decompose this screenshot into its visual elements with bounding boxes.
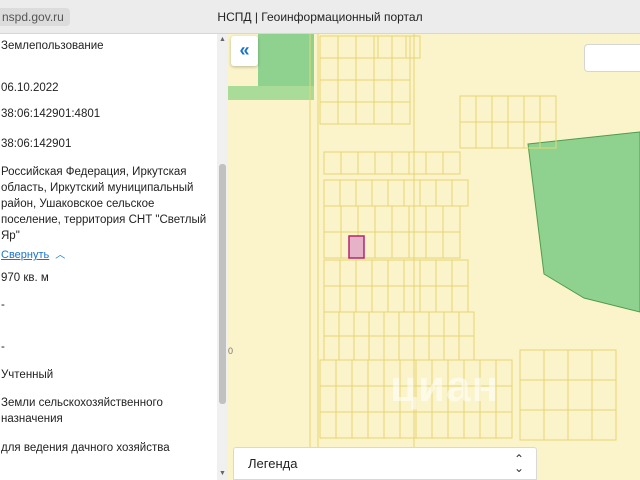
- registration-date: 06.10.2022: [1, 82, 59, 94]
- land-category: Земли сельскохозяйственного назначения: [1, 397, 163, 425]
- double-chevron-left-icon: «: [239, 40, 250, 60]
- forest-strip: [228, 86, 314, 100]
- cadastral-quarter: 38:06:142901: [1, 138, 72, 150]
- scroll-down-arrow-icon[interactable]: ▼: [217, 468, 228, 480]
- panel-scrollbar[interactable]: ▲ ▼: [217, 34, 228, 480]
- collapse-label: Свернуть: [1, 249, 50, 261]
- browser-bar: nspd.gov.ru НСПД | Геоинформационный пор…: [0, 0, 640, 34]
- cadastral-number: 38:06:142901:4801: [1, 108, 101, 120]
- empty-value-1: -: [1, 299, 5, 311]
- chevron-up-icon: ︿: [55, 250, 66, 261]
- map-view[interactable]: [228, 34, 640, 480]
- cadastral-map[interactable]: [228, 34, 640, 480]
- area-value: 970 кв. м: [1, 272, 49, 284]
- legend-label: Легенда: [248, 456, 298, 471]
- selected-parcel: [348, 235, 365, 259]
- map-axis-label: 0: [228, 346, 234, 356]
- land-use-type: Землепользование: [1, 40, 104, 52]
- address-text: Российская Федерация, Иркутская область,…: [1, 166, 207, 242]
- forest-area-top: [258, 34, 314, 86]
- scroll-thumb[interactable]: [219, 164, 226, 404]
- collapse-panel-button[interactable]: «: [231, 36, 258, 66]
- page-title: НСПД | Геоинформационный портал: [217, 10, 423, 24]
- collapse-link[interactable]: Свернуть ︿: [1, 246, 65, 261]
- parcel-info-panel: Землепользование 06.10.2022 38:06:142901…: [0, 34, 228, 480]
- scroll-up-arrow-icon[interactable]: ▲: [217, 34, 228, 46]
- empty-value-2: -: [1, 341, 5, 353]
- status-value: Учтенный: [1, 369, 54, 381]
- permitted-use: для ведения дачного хозяйства: [1, 442, 170, 454]
- watermark: циан: [390, 362, 500, 411]
- up-down-chevron-icon: ⌃ ⌄: [513, 452, 524, 475]
- map-search-input[interactable]: [584, 44, 640, 72]
- legend-button[interactable]: Легенда ⌃ ⌄: [233, 447, 537, 480]
